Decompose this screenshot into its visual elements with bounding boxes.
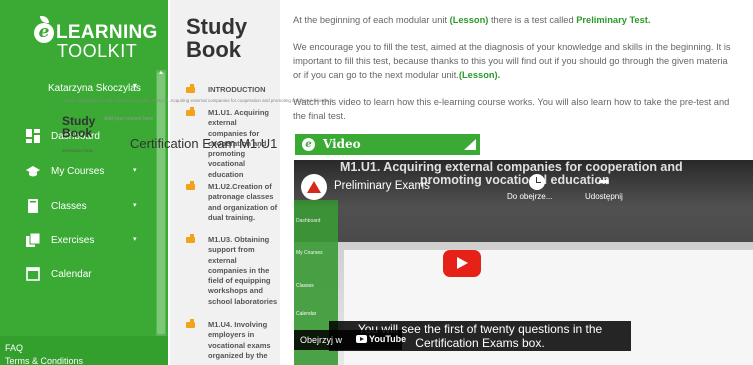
video-inner-add-content: Add your content here [104, 116, 154, 122]
chapter-item-m1u2[interactable]: M1.U2.Creation of patronage classes and … [186, 181, 278, 223]
sidebar-item-exercises[interactable]: Exercises ▾ [0, 228, 154, 252]
text-span: there is a test called [488, 15, 577, 25]
encourage-line-1: We encourage you to fill the test, aimed… [293, 42, 731, 52]
watch-on-youtube-button[interactable]: Obejrzyj w YouTube [294, 330, 406, 350]
user-menu[interactable]: Katarzyna Skoczylas ▾ [0, 78, 154, 100]
logo-e-icon: e [302, 138, 315, 151]
calendar-icon [26, 267, 40, 281]
video-inner-text: My Courses [296, 250, 323, 256]
sidebar-item-label: Classes [51, 201, 87, 212]
sidebar-item-label: Calendar [51, 269, 92, 280]
encourage-line-3: or if you can go to the next modular uni… [293, 69, 500, 83]
chevron-down-icon: ▾ [133, 167, 137, 174]
lesson-highlight: (Lesson) [449, 15, 489, 25]
video-section-header: e Video [295, 134, 480, 155]
lesson-highlight: (Lesson). [458, 70, 501, 80]
folder-icon [186, 234, 195, 243]
video-inner-cert-title: Certification Exam M1.U1 [130, 136, 278, 151]
chevron-down-icon: ▾ [133, 236, 137, 243]
youtube-logo-icon [356, 335, 367, 343]
watch-later-label[interactable]: Do obejrze... [507, 192, 552, 201]
watch-later-icon[interactable] [529, 174, 545, 190]
chevron-down-icon: ▾ [133, 81, 138, 90]
video-inner-title: Study Book [62, 115, 95, 139]
chapter-item-m1u4[interactable]: M1.U4. Involving employers in vocational… [186, 319, 278, 361]
channel-logo-icon [307, 181, 321, 193]
copy-icon [26, 233, 40, 247]
faq-link[interactable]: FAQ [5, 343, 23, 353]
sidebar-scrollbar-thumb[interactable] [157, 72, 165, 334]
app-logo[interactable]: e LEARNING TOOLKIT [34, 16, 157, 61]
video-section-title: Video [323, 137, 361, 151]
sidebar-footer: FAQ Terms & Conditions [0, 336, 168, 365]
video-overlay-title-line2: promoting vocational education [420, 173, 610, 187]
terms-link[interactable]: Terms & Conditions [5, 356, 83, 365]
logo-e-icon: e [34, 23, 54, 43]
book-icon [28, 199, 38, 213]
video-inner-intro: INTRODUCTION [62, 148, 93, 153]
logo-text-toolkit: TOOLKIT [57, 41, 138, 61]
youtube-brand-text: YouTube [369, 334, 407, 344]
sidebar-item-my-courses[interactable]: My Courses ▾ [0, 159, 154, 183]
video-inner-breadcrumb: Home > Dashboard > My Courses > Course >… [62, 98, 334, 103]
preliminary-test-highlight: Preliminary Test. [576, 15, 651, 25]
page-title-line2: Book [186, 37, 241, 62]
video-inner-text: Classes [296, 283, 314, 289]
watch-line-1: Watch this video to learn how this e-lea… [293, 97, 730, 107]
graduation-cap-icon [26, 166, 40, 177]
scroll-up-icon[interactable]: ▲ [158, 70, 164, 76]
chapter-label: INTRODUCTION [208, 85, 266, 94]
folder-icon [186, 181, 195, 190]
youtube-brand: YouTube [356, 334, 406, 344]
chapter-label: M1.U3. Obtaining support from external c… [208, 235, 278, 306]
corner-fold-icon [464, 139, 476, 150]
folder-icon [186, 107, 195, 116]
folder-icon [186, 84, 195, 93]
play-button[interactable] [443, 250, 481, 277]
chevron-down-icon: ▾ [133, 202, 137, 209]
video-inner-text: Calendar [296, 311, 317, 317]
chapter-label: M1.U4. Involving employers in vocational… [208, 320, 271, 360]
sidebar-item-calendar[interactable]: Calendar [0, 262, 154, 286]
video-inner-text: Dashboard [296, 218, 321, 224]
share-icon[interactable]: ➦ [598, 173, 610, 190]
share-label[interactable]: Udostępnij [585, 192, 623, 201]
dashboard-icon [26, 129, 40, 143]
watch-line-2: the final test. [293, 111, 346, 121]
video-title-link[interactable]: Preliminary Exams [334, 180, 430, 192]
video-inner-title-line2: Book [62, 126, 92, 140]
chapter-label: M1.U2.Creation of patronage classes and … [208, 182, 278, 222]
chapter-item-m1u3[interactable]: M1.U3. Obtaining support from external c… [186, 234, 278, 307]
intro-paragraph: At the beginning of each modular unit (L… [293, 14, 650, 28]
user-name: Katarzyna Skoczylas [48, 83, 141, 94]
chapter-item-introduction[interactable]: INTRODUCTION [186, 84, 286, 95]
page-title-line1: Study [186, 14, 248, 39]
text-span: or if you can go to the next modular uni… [293, 70, 459, 80]
text-span: At the beginning of each modular unit [293, 15, 450, 25]
channel-avatar[interactable] [301, 174, 327, 200]
page-title: Study Book [186, 15, 247, 61]
sidebar-item-label: Exercises [51, 235, 95, 246]
encourage-line-2: important to fill this test, because tha… [293, 56, 728, 66]
sidebar-item-label: My Courses [51, 166, 105, 177]
folder-icon [186, 319, 195, 328]
watch-on-label: Obejrzyj w [300, 335, 343, 345]
sidebar-item-classes[interactable]: Classes ▾ [0, 194, 154, 218]
sidebar: e LEARNING TOOLKIT Katarzyna Skoczylas ▾… [0, 0, 168, 365]
